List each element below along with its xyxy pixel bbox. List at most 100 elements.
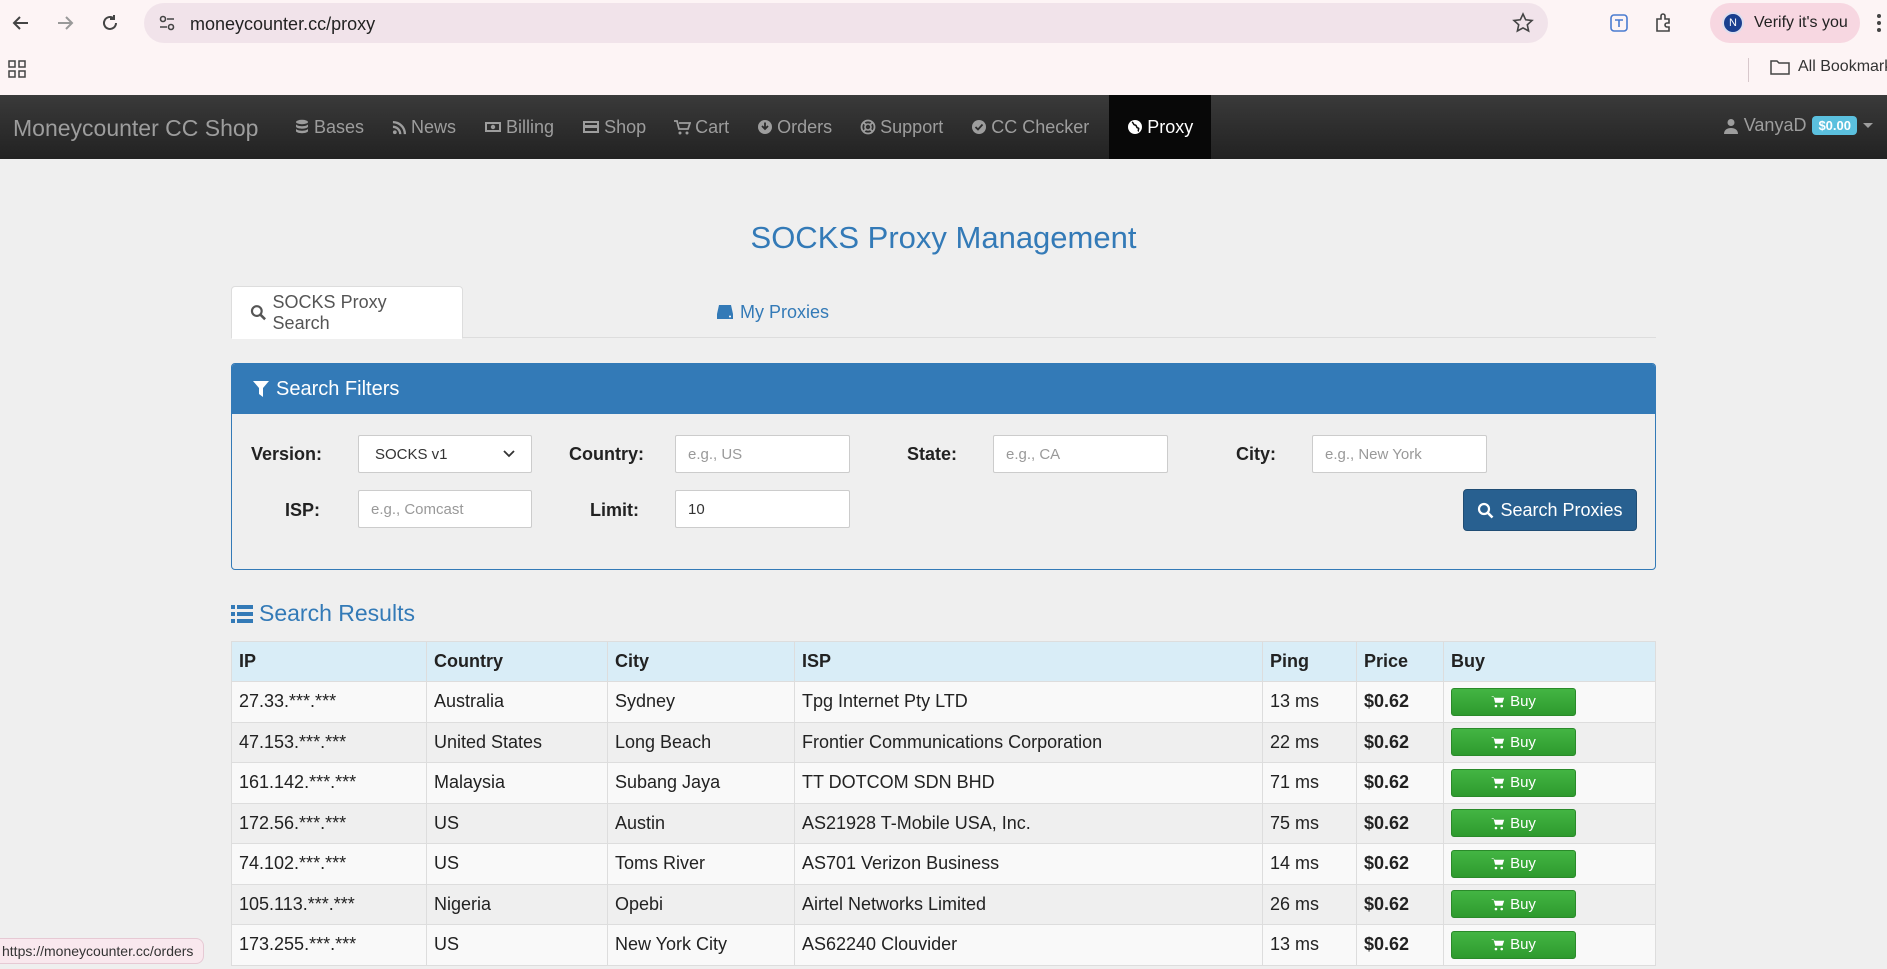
limit-label: Limit: (590, 500, 639, 520)
nav-item-proxy[interactable]: Proxy (1109, 95, 1212, 159)
bookmarks-separator (1748, 58, 1749, 82)
nav-item-cart[interactable]: Cart (660, 95, 743, 159)
buy-button[interactable]: Buy (1451, 890, 1576, 919)
country-input[interactable] (675, 435, 850, 473)
buy-button[interactable]: Buy (1451, 728, 1576, 757)
balance-badge: $0.00 (1812, 116, 1857, 135)
cart-icon (1491, 939, 1505, 951)
cell-ping: 71 ms (1262, 762, 1357, 804)
bookmark-star-icon[interactable] (1512, 12, 1534, 39)
cart-icon (1491, 696, 1505, 708)
limit-input[interactable] (675, 490, 850, 528)
cell-isp: AS701 Verizon Business (794, 843, 1263, 885)
tab-socks-proxy-search[interactable]: SOCKS Proxy Search (231, 286, 463, 339)
cell-ping: 26 ms (1262, 883, 1357, 925)
translate-extension-icon[interactable] (1607, 11, 1631, 35)
search-proxies-button[interactable]: Search Proxies (1463, 489, 1637, 531)
globe-icon (1128, 120, 1143, 134)
username: VanyaD (1743, 115, 1807, 135)
panel-heading: Search Filters (232, 364, 1655, 414)
cell-country: US (426, 843, 608, 885)
isp-input[interactable] (358, 490, 532, 528)
search-icon (1478, 502, 1494, 518)
cell-country: Australia (426, 681, 608, 723)
nav-item-billing[interactable]: Billing (470, 95, 568, 159)
cell-isp: Frontier Communications Corporation (794, 721, 1263, 763)
version-select[interactable]: SOCKS v1 (358, 435, 532, 473)
profile-avatar: N (1722, 12, 1744, 34)
city-input[interactable] (1312, 435, 1487, 473)
reload-button[interactable] (97, 10, 123, 36)
nav-item-bases[interactable]: Bases (280, 95, 378, 159)
all-bookmarks-label: All Bookmarks (1798, 58, 1887, 75)
cell-city: Sydney (607, 681, 795, 723)
list-icon (231, 604, 253, 623)
search-filters-panel: Search Filters Version: SOCKS v1 Country… (231, 363, 1656, 570)
cart-icon (1491, 858, 1505, 870)
cell-price: $0.62 (1356, 924, 1444, 966)
cell-price: $0.62 (1356, 721, 1444, 763)
cell-isp: Airtel Networks Limited (794, 883, 1263, 925)
table-header-row: IP Country City ISP Ping Price Buy (231, 641, 1656, 682)
country-label: Country: (569, 444, 644, 464)
all-bookmarks-button[interactable]: All Bookmarks (1770, 58, 1887, 76)
tab-my-proxies[interactable]: My Proxies (698, 286, 847, 338)
buy-button[interactable]: Buy (1451, 687, 1576, 716)
site-settings-icon[interactable] (156, 12, 178, 34)
state-label: State: (907, 444, 958, 464)
nav-item-news[interactable]: News (378, 95, 470, 159)
folder-icon (1770, 60, 1790, 75)
buy-button[interactable]: Buy (1451, 809, 1576, 838)
forward-button[interactable] (52, 10, 78, 36)
user-icon (1723, 118, 1738, 134)
buy-button[interactable]: Buy (1451, 849, 1576, 878)
table-row: 27.33.***.*** Australia Sydney Tpg Inter… (231, 681, 1656, 723)
credit-card-icon (583, 121, 600, 133)
isp-label: ISP: (285, 500, 321, 520)
nav-item-orders[interactable]: Orders (743, 95, 846, 159)
table-row: 47.153.***.*** United States Long Beach … (231, 721, 1656, 763)
state-input[interactable] (993, 435, 1168, 473)
cell-country: Malaysia (426, 762, 608, 804)
browser-menu-icon[interactable] (1876, 12, 1882, 39)
nav-item-shop[interactable]: Shop (568, 95, 660, 159)
cart-icon (1491, 898, 1505, 911)
user-menu[interactable]: VanyaD $0.00 (1723, 115, 1873, 136)
cart-icon (1491, 736, 1505, 749)
brand-link[interactable]: Moneycounter CC Shop (13, 115, 258, 142)
cell-ping: 14 ms (1262, 843, 1357, 885)
column-header-buy: Buy (1443, 641, 1656, 682)
cell-city: Toms River (607, 843, 795, 885)
nav-item-support[interactable]: Support (846, 95, 957, 159)
column-header-price: Price (1356, 641, 1444, 682)
cell-ping: 13 ms (1262, 681, 1357, 723)
money-icon (485, 122, 502, 132)
verify-profile-button[interactable]: N Verify it's you (1710, 3, 1860, 43)
address-bar[interactable]: moneycounter.cc/proxy (144, 3, 1548, 43)
cell-price: $0.62 (1356, 843, 1444, 885)
cell-country: US (426, 924, 608, 966)
cell-city: Opebi (607, 883, 795, 925)
filter-icon (253, 381, 269, 397)
verify-label: Verify it's you (1754, 14, 1848, 31)
cell-ping: 22 ms (1262, 721, 1357, 763)
back-button[interactable] (8, 10, 34, 36)
apps-grid-icon[interactable] (8, 60, 26, 83)
column-header-isp: ISP (794, 641, 1263, 682)
url-text[interactable]: moneycounter.cc/proxy (190, 14, 375, 35)
cell-price: $0.62 (1356, 762, 1444, 804)
cell-buy: Buy (1443, 924, 1656, 966)
cell-isp: Tpg Internet Pty LTD (794, 681, 1263, 723)
server-icon (717, 305, 733, 319)
buy-button[interactable]: Buy (1451, 930, 1576, 959)
nav-item-cc-checker[interactable]: CC Checker (957, 95, 1103, 159)
table-row: 173.255.***.*** US New York City AS62240… (231, 924, 1656, 966)
cell-ip: 173.255.***.*** (231, 924, 427, 966)
cell-price: $0.62 (1356, 802, 1444, 844)
rss-icon (392, 120, 407, 134)
buy-button[interactable]: Buy (1451, 768, 1576, 797)
arrow-right-icon (58, 16, 74, 30)
cell-isp: AS21928 T-Mobile USA, Inc. (794, 802, 1263, 844)
column-header-city: City (607, 641, 795, 682)
extensions-puzzle-icon[interactable] (1652, 11, 1676, 35)
